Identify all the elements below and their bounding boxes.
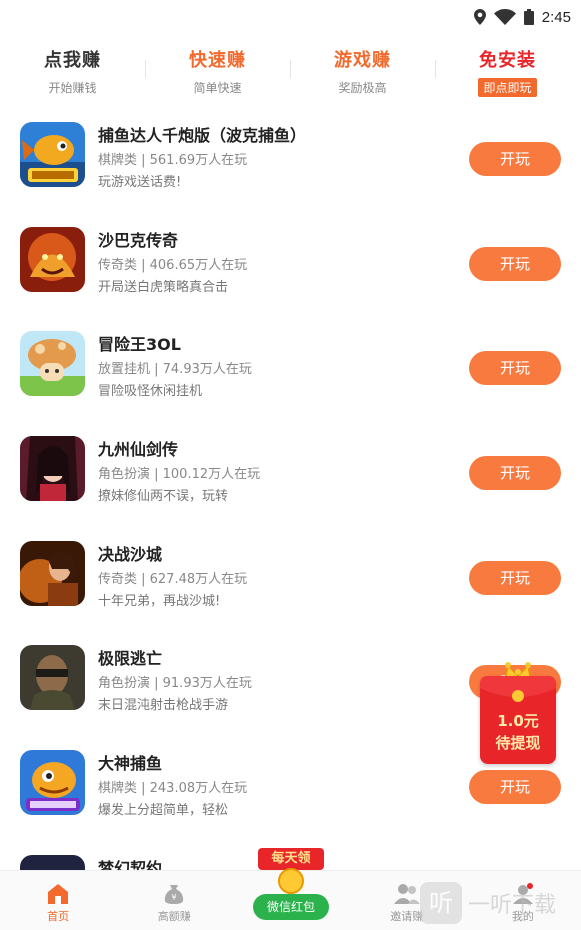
list-item[interactable]: 冒险王3OL 放置挂机 | 74.93万人在玩 冒险吸怪休闲挂机 开玩 — [0, 319, 581, 424]
list-item[interactable]: 捕鱼达人千炮版（波克捕鱼） 棋牌类 | 561.69万人在玩 玩游戏送话费! 开… — [0, 110, 581, 215]
game-desc: 撩妹修仙两不误，玩转 — [98, 489, 229, 505]
game-desc: 玩游戏送话费! — [98, 175, 182, 190]
game-meta: 棋牌类 | 561.69万人在玩 — [98, 153, 248, 168]
game-name: 沙巴克传奇 — [98, 230, 179, 250]
list-item[interactable]: 沙巴克传奇 传奇类 | 406.65万人在玩 开局送白虎策略真合击 开玩 — [0, 215, 581, 320]
game-name: 大神捕鱼 — [98, 754, 163, 774]
tab-badge: 即点即玩 — [478, 78, 537, 97]
envelope-flap-icon — [480, 676, 556, 702]
status-bar: 2:45 — [0, 0, 581, 34]
watermark-logo: 听 — [420, 882, 462, 924]
game-info: 捕鱼达人千炮版（波克捕鱼） 棋牌类 | 561.69万人在玩 玩游戏送话费! — [98, 122, 306, 190]
mushroom-game-icon[interactable] — [20, 331, 85, 397]
game-meta: 角色扮演 | 91.93万人在玩 — [98, 676, 252, 692]
tab-subtitle: 奖励极高 — [338, 81, 387, 95]
game-meta: 角色扮演 | 100.12万人在玩 — [98, 467, 261, 483]
nav-label: 邀请赚 — [390, 910, 424, 923]
play-button[interactable]: 开玩 — [469, 142, 561, 176]
envelope-amount: 1.0元 — [497, 712, 539, 730]
watermark: 听 一听下载 — [420, 878, 581, 928]
game-name: 极限逃亡 — [98, 649, 163, 669]
game-desc: 冒险吸怪休闲挂机 — [98, 384, 203, 400]
coin-icon — [278, 868, 304, 894]
game-info: 冒险王3OL 放置挂机 | 74.93万人在玩 冒险吸怪休闲挂机 — [98, 331, 252, 399]
warrior-game-icon[interactable] — [20, 540, 85, 606]
badge-bottom-text: 微信红包 — [253, 894, 329, 920]
game-info: 决战沙城 传奇类 | 627.48万人在玩 十年兄弟，再战沙城! — [98, 541, 247, 609]
nav-label: 高额赚 — [157, 910, 191, 923]
nav-home[interactable]: 首页 — [0, 871, 116, 930]
home-icon — [48, 884, 69, 904]
game-info: 极限逃亡 角色扮演 | 91.93万人在玩 末日混沌射击枪战手游 — [98, 645, 252, 713]
game-name: 冒险王3OL — [98, 335, 181, 355]
game-meta: 放置挂机 | 74.93万人在玩 — [98, 362, 252, 378]
game-desc: 十年兄弟，再战沙城! — [98, 593, 221, 609]
soldier-game-icon[interactable] — [20, 645, 85, 711]
badge-top-text: 每天领 — [258, 848, 324, 870]
location-icon — [473, 9, 486, 25]
fish-game-icon[interactable] — [20, 122, 85, 187]
play-button[interactable]: 开玩 — [469, 246, 561, 281]
watermark-text: 一听下载 — [468, 893, 557, 918]
tab-subtitle: 简单快速 — [193, 81, 242, 95]
game-info: 沙巴克传奇 传奇类 | 406.65万人在玩 开局送白虎策略真合击 — [98, 227, 247, 295]
tab-title: 点我赚 — [44, 50, 101, 71]
fairy-game-icon[interactable] — [20, 436, 85, 502]
fish-cartoon-game-icon[interactable] — [20, 750, 85, 816]
svg-text:¥: ¥ — [172, 893, 177, 902]
game-desc: 开局送白虎策略真合击 — [98, 279, 229, 295]
game-name: 决战沙城 — [98, 544, 163, 564]
game-info: 九州仙剑传 角色扮演 | 100.12万人在玩 撩妹修仙两不误，玩转 — [98, 436, 260, 504]
game-meta: 传奇类 | 406.65万人在玩 — [98, 257, 248, 273]
list-item[interactable]: 决战沙城 传奇类 | 627.48万人在玩 十年兄弟，再战沙城! 开玩 — [0, 529, 581, 634]
dragon-game-icon[interactable] — [20, 226, 85, 292]
tab-click-earn[interactable]: 点我赚 开始赚钱 — [0, 46, 145, 96]
game-name: 九州仙剑传 — [98, 440, 179, 460]
envelope-label: 待提现 — [495, 734, 541, 752]
tab-title: 免安装 — [479, 50, 536, 71]
status-time: 2:45 — [541, 8, 571, 26]
tab-quick-earn[interactable]: 快速赚 简单快速 — [145, 46, 290, 96]
tab-title: 快速赚 — [189, 50, 246, 71]
game-name: 捕鱼达人千炮版（波克捕鱼） — [98, 126, 307, 145]
list-item[interactable]: 九州仙剑传 角色扮演 | 100.12万人在玩 撩妹修仙两不误，玩转 开玩 — [0, 424, 581, 529]
wechat-red-packet-button[interactable]: 每天领 微信红包 — [250, 848, 332, 924]
nav-label: 首页 — [47, 910, 70, 923]
tab-game-earn[interactable]: 游戏赚 奖励极高 — [290, 46, 435, 96]
tab-no-install[interactable]: 免安装 即点即玩 — [435, 46, 580, 97]
play-button[interactable]: 开玩 — [469, 770, 561, 805]
game-meta: 棋牌类 | 243.08万人在玩 — [98, 781, 248, 797]
floating-red-envelope[interactable]: 1.0元 待提现 — [480, 658, 556, 766]
play-button[interactable]: 开玩 — [469, 351, 561, 386]
game-list: 捕鱼达人千炮版（波克捕鱼） 棋牌类 | 561.69万人在玩 玩游戏送话费! 开… — [0, 110, 581, 930]
category-tabs: 点我赚 开始赚钱 快速赚 简单快速 游戏赚 奖励极高 免安装 即点即玩 — [0, 34, 581, 100]
tab-title: 游戏赚 — [334, 50, 391, 71]
play-button[interactable]: 开玩 — [469, 456, 561, 491]
nav-high-earn[interactable]: ¥ 高额赚 — [116, 871, 232, 930]
game-info: 大神捕鱼 棋牌类 | 243.08万人在玩 爆发上分超简单，轻松 — [98, 750, 247, 818]
people-icon — [393, 884, 420, 904]
game-meta: 传奇类 | 627.48万人在玩 — [98, 571, 248, 587]
money-bag-icon: ¥ — [165, 885, 184, 904]
game-desc: 爆发上分超简单，轻松 — [98, 803, 229, 819]
wifi-icon — [493, 9, 516, 25]
play-button[interactable]: 开玩 — [469, 560, 561, 595]
tab-subtitle: 开始赚钱 — [48, 81, 97, 95]
game-desc: 末日混沌射击枪战手游 — [98, 698, 229, 714]
battery-icon — [523, 9, 534, 25]
